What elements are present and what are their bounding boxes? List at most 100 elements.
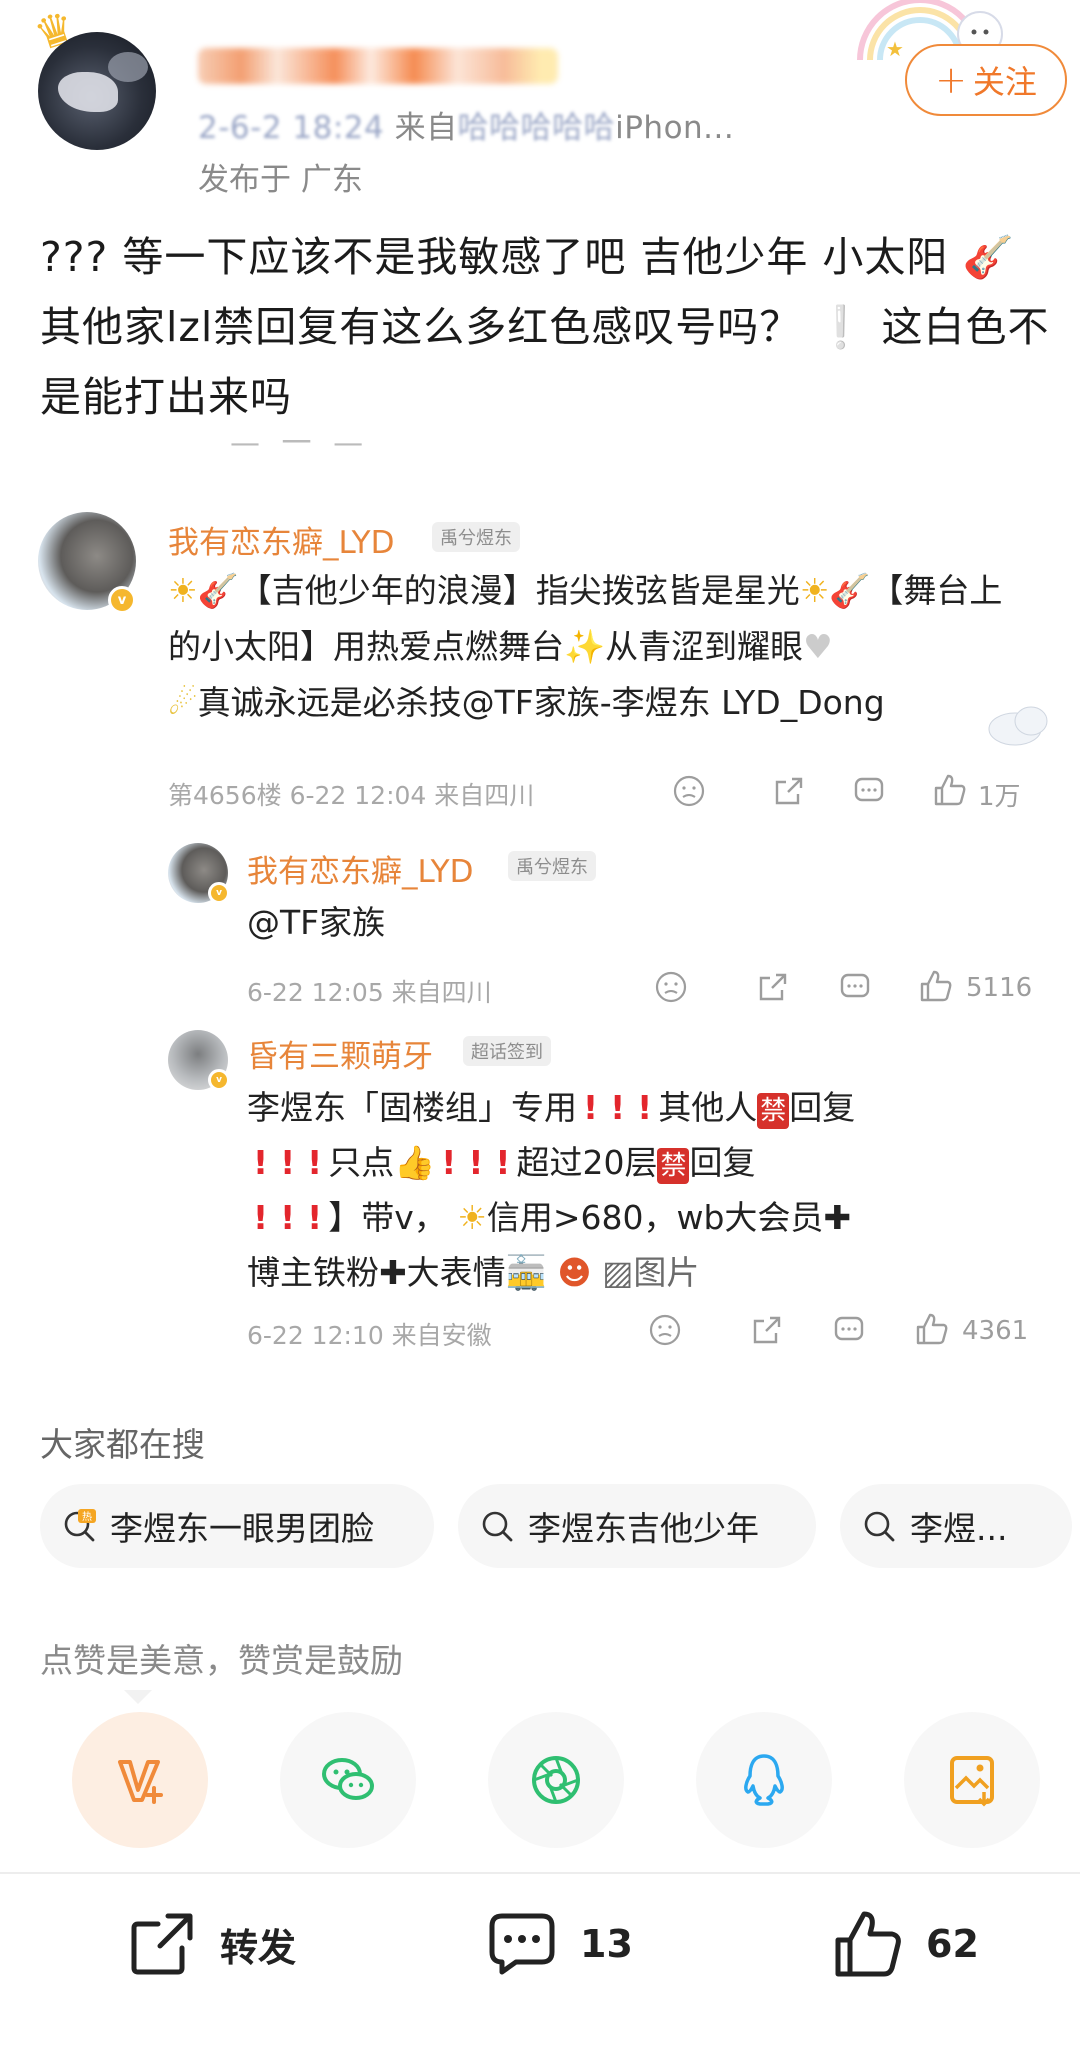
share-qq-button[interactable] (696, 1712, 832, 1848)
face-reaction-icon[interactable] (654, 970, 688, 1004)
red-exclamation-icon: ! (307, 1143, 323, 1182)
train-emoji-icon: 🚋 (505, 1253, 547, 1292)
comment-line2-b: 超过20层 (516, 1143, 658, 1182)
comment-text-part3: 从青涩到耀眼 (605, 627, 804, 666)
comment-button[interactable]: 13 (486, 1908, 633, 1980)
share-icon[interactable] (772, 774, 806, 808)
shooting-star-icon: ☄ (168, 683, 198, 722)
hot-search-chip[interactable]: 热 李煜东一眼男团脸 (40, 1484, 434, 1568)
sparkles-icon: ✨ (564, 627, 606, 666)
thumbs-up-icon (835, 1911, 901, 1977)
comment-line2-a: 只点 (328, 1143, 395, 1182)
source-device: iPhon... (615, 110, 735, 146)
svg-text:★: ★ (886, 37, 904, 61)
hot-search-chip-label: 李煜东一眼男团脸 (110, 1509, 374, 1548)
verified-badge-icon: v (108, 586, 136, 614)
repost-label: 转发 (220, 1925, 297, 1970)
share-icon[interactable] (756, 970, 790, 1004)
hot-search-chip-label: 李煜东吉他少年 (528, 1509, 759, 1548)
username-blurred[interactable] (198, 48, 558, 84)
wechat-icon (322, 1758, 374, 1800)
red-exclamation-icon: ! (280, 1143, 296, 1182)
tooltip-pointer (124, 1690, 152, 1704)
image-link[interactable]: ▨图片 (602, 1253, 699, 1292)
comment-line1-c: 回复 (789, 1088, 856, 1127)
follow-label: 关注 (972, 63, 1037, 101)
reward-title: 点赞是美意，赞赏是鼓励 (40, 1641, 403, 1680)
reply-icon[interactable] (838, 970, 872, 1004)
verified-badge-icon: v (208, 882, 230, 904)
verified-badge-icon: v (208, 1069, 230, 1091)
reward-button[interactable] (72, 1712, 208, 1848)
white-heart-icon: ♥ (803, 627, 833, 666)
guitar-icon: 🎸 (829, 571, 871, 610)
guitar-icon: 🎸 (197, 571, 239, 610)
post-date-blurred: 2-6-2 (198, 110, 283, 146)
svg-text:热: 热 (82, 1510, 92, 1523)
like-icon[interactable] (932, 772, 968, 808)
like-count: 5116 (966, 973, 1033, 1003)
moments-icon (532, 1756, 580, 1804)
thumbs-up-emoji-icon: 👍 (394, 1143, 436, 1182)
comment-line4-b: 大表情 (406, 1253, 506, 1292)
like-icon[interactable] (914, 1311, 950, 1347)
cropped-text-remnant: — 一 — (230, 440, 480, 454)
sun-icon: ☀ (457, 1198, 487, 1237)
fan-tag: 禹兮煜东 (432, 522, 520, 552)
source-prefix: 来自 (394, 110, 458, 146)
cloud-sticker-icon (988, 706, 1048, 746)
commenter-name: 我有恋东癖_LYD (247, 854, 474, 890)
sun-icon: ☀ (168, 571, 198, 610)
image-link-label: 图片 (633, 1253, 700, 1292)
red-exclamation-icon: ! (468, 1143, 484, 1182)
comment-line3-a: 】带v， (328, 1198, 447, 1237)
share-moments-button[interactable] (488, 1712, 624, 1848)
reply-icon[interactable] (832, 1313, 866, 1347)
hot-search-chip[interactable]: 李煜东吉他少年 (458, 1484, 816, 1568)
fan-tag: 禹兮煜东 (508, 851, 596, 881)
search-icon (482, 1511, 513, 1542)
comment-line2-c: 回复 (689, 1143, 756, 1182)
hot-search-chip-label: 李煜... (910, 1509, 1008, 1548)
follow-button[interactable]: + 关注 (905, 44, 1067, 116)
plus-icon: + (935, 58, 967, 102)
comment-count: 13 (580, 1922, 633, 1966)
hot-search-chip[interactable]: 李煜... (840, 1484, 1072, 1568)
guitar-emoji-icon: 🎸 (962, 233, 1015, 281)
comment-line3-b: 信用>680，wb大会员 (486, 1198, 824, 1237)
save-image-button[interactable] (904, 1712, 1040, 1848)
reply-icon[interactable] (852, 774, 886, 808)
red-exclamation-icon: ! (253, 1143, 269, 1182)
comment-text: ☀🎸【吉他少年的浪漫】指尖拨弦皆是星光☀🎸【舞台上的小太阳】用热爱点燃舞台✨从青… (168, 563, 1028, 731)
laughing-emoji-icon: ☻ (557, 1253, 592, 1292)
like-button[interactable]: 62 (832, 1908, 979, 1980)
share-wechat-button[interactable] (280, 1712, 416, 1848)
like-icon[interactable] (918, 968, 954, 1004)
like-count: 4361 (962, 1316, 1029, 1346)
post-meta-line: 2-6-2 18:24 来自哈哈哈哈哈iPhon... (198, 102, 734, 147)
avatar[interactable] (38, 32, 156, 150)
comment-text-part4: 真诚永远是必杀技@TF家族-李煜东 LYD_Dong (197, 683, 885, 722)
plus-emoji-icon: ✚ (823, 1198, 852, 1237)
share-icon[interactable] (750, 1313, 784, 1347)
post-text-part1: ??? 等一下应该不是我敏感了吧 吉他少年 小太阳 (40, 233, 949, 281)
hot-search-icon: 热 (64, 1509, 96, 1542)
red-exclamation-icon: ! (307, 1198, 323, 1237)
post-text-part2: 其他家lzl禁回复有这么多红色感叹号吗？ (40, 303, 816, 351)
repost-button[interactable]: 转发 (126, 1908, 296, 1980)
white-exclamation-icon: ❕ (815, 303, 868, 351)
comment-text: @TF家族 (247, 903, 386, 942)
comment-line1-a: 李煜东「固楼组」专用 (247, 1088, 577, 1127)
post-time-blurred: 18:24 (292, 110, 385, 146)
source-name-blurred: 哈哈哈哈哈 (457, 110, 616, 146)
face-reaction-icon[interactable] (672, 774, 706, 808)
red-exclamation-icon: ! (253, 1198, 269, 1237)
red-exclamation-icon: ! (441, 1143, 457, 1182)
sun-icon: ☀ (799, 571, 830, 610)
repost-icon (131, 1913, 193, 1975)
red-exclamation-icon: ! (637, 1088, 653, 1127)
post-text: ??? 等一下应该不是我敏感了吧 吉他少年 小太阳 🎸 其他家lzl禁回复有这么… (40, 222, 1050, 432)
post-location: 发布于 广东 (198, 162, 363, 198)
face-reaction-icon[interactable] (648, 1313, 682, 1347)
comment-meta: 6-22 12:05 来自四川 (247, 978, 492, 1007)
